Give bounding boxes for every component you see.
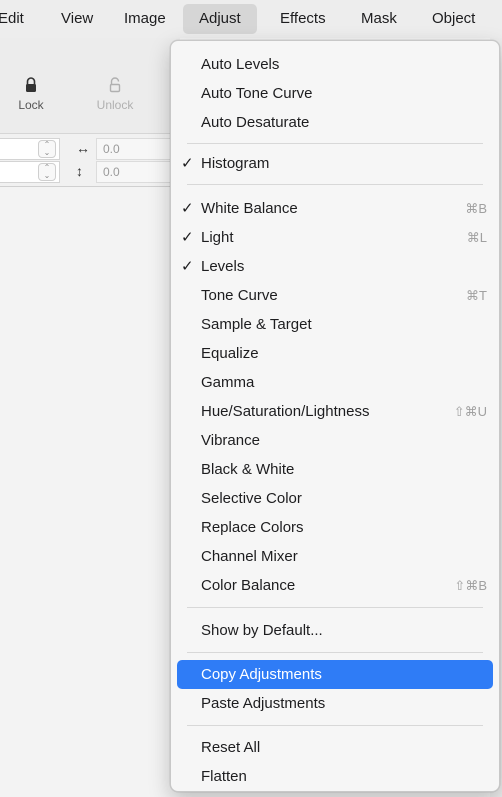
menu-bar: Edit View Image Adjust Effects Mask Obje…	[0, 0, 502, 38]
menu-item-label: Reset All	[201, 739, 261, 756]
menu-item-hue-saturation-lightness[interactable]: Hue/Saturation/Lightness ⇧⌘U	[177, 397, 493, 426]
menu-item-label: White Balance	[201, 200, 298, 217]
unlock-button[interactable]: Unlock	[90, 76, 140, 112]
menu-item-label: Auto Tone Curve	[201, 85, 313, 102]
menu-item-white-balance[interactable]: ✓ White Balance ⌘B	[177, 194, 493, 223]
menu-item-label: Sample & Target	[201, 316, 312, 333]
menu-item-label: Light	[201, 229, 234, 246]
lock-icon	[16, 76, 46, 98]
menu-item-shortcut: ⌘L	[466, 230, 487, 245]
toolbar: Lock Unlock	[0, 38, 180, 133]
menu-adjust[interactable]: Adjust	[183, 4, 257, 34]
menu-item-label: Show by Default...	[201, 622, 323, 639]
height-row: ⌃ ⌄ ↕ 0.0	[0, 161, 180, 183]
menu-item-label: Auto Levels	[201, 56, 280, 73]
menu-item-reset-all[interactable]: Reset All	[177, 733, 493, 762]
menu-item-paste-adjustments[interactable]: Paste Adjustments	[177, 689, 493, 718]
width-row: ⌃ ⌄ ↔ 0.0	[0, 138, 180, 160]
menu-item-shortcut: ⌘B	[465, 201, 487, 216]
menu-item-flatten[interactable]: Flatten	[177, 762, 493, 791]
menu-item-histogram[interactable]: ✓ Histogram	[177, 149, 493, 178]
menu-item-label: Gamma	[201, 374, 255, 391]
menu-item-levels[interactable]: ✓ Levels	[177, 252, 493, 281]
menu-separator	[187, 143, 483, 144]
menu-item-label: Paste Adjustments	[201, 695, 326, 712]
menu-item-shortcut: ⌘T	[466, 288, 487, 303]
unlock-icon	[90, 76, 140, 98]
menu-item-sample-target[interactable]: Sample & Target	[177, 310, 493, 339]
checkmark-icon: ✓	[181, 258, 194, 275]
menu-separator	[187, 725, 483, 726]
canvas-area	[0, 187, 180, 797]
menu-item-label: Black & White	[201, 461, 295, 478]
checkmark-icon: ✓	[181, 155, 194, 172]
menu-item-selective-color[interactable]: Selective Color	[177, 484, 493, 513]
width-field[interactable]: 0.0	[96, 138, 180, 160]
menu-item-auto-levels[interactable]: Auto Levels	[177, 50, 493, 79]
menu-item-label: Color Balance	[201, 577, 296, 594]
menu-item-label: Replace Colors	[201, 519, 304, 536]
menu-item-label: Levels	[201, 258, 245, 275]
height-field[interactable]: 0.0	[96, 161, 180, 183]
menu-image[interactable]: Image	[124, 0, 166, 38]
menu-view[interactable]: View	[61, 0, 93, 38]
menu-item-label: Selective Color	[201, 490, 302, 507]
y-stepper[interactable]: ⌃ ⌄	[38, 163, 56, 181]
menu-item-tone-curve[interactable]: Tone Curve ⌘T	[177, 281, 493, 310]
menu-item-shortcut: ⇧⌘B	[454, 578, 487, 593]
menu-item-label: Channel Mixer	[201, 548, 298, 565]
menu-item-show-by-default[interactable]: Show by Default...	[177, 616, 493, 645]
menu-item-label: Auto Desaturate	[201, 114, 310, 131]
menu-item-color-balance[interactable]: Color Balance ⇧⌘B	[177, 571, 493, 600]
menu-item-label: Tone Curve	[201, 287, 278, 304]
checkmark-icon: ✓	[181, 200, 194, 217]
menu-effects[interactable]: Effects	[280, 0, 326, 38]
menu-item-vibrance[interactable]: Vibrance	[177, 426, 493, 455]
menu-item-label: Histogram	[201, 155, 270, 172]
lock-button[interactable]: Lock	[16, 76, 46, 112]
menu-separator	[187, 652, 483, 653]
menu-item-auto-desaturate[interactable]: Auto Desaturate	[177, 108, 493, 137]
transform-fields: ⌃ ⌄ ↔ 0.0 ⌃ ⌄ ↕ 0.0	[0, 133, 180, 187]
menu-item-gamma[interactable]: Gamma	[177, 368, 493, 397]
menu-item-label: Vibrance	[201, 432, 260, 449]
menu-item-light[interactable]: ✓ Light ⌘L	[177, 223, 493, 252]
menu-item-channel-mixer[interactable]: Channel Mixer	[177, 542, 493, 571]
menu-item-equalize[interactable]: Equalize	[177, 339, 493, 368]
menu-item-shortcut: ⇧⌘U	[453, 404, 487, 419]
menu-item-label: Flatten	[201, 768, 247, 785]
menu-item-copy-adjustments[interactable]: Copy Adjustments	[177, 660, 493, 689]
menu-item-auto-tone-curve[interactable]: Auto Tone Curve	[177, 79, 493, 108]
menu-item-label: Hue/Saturation/Lightness	[201, 403, 370, 420]
adjust-menu: Auto Levels Auto Tone Curve Auto Desatur…	[170, 40, 500, 792]
menu-item-label: Copy Adjustments	[201, 666, 322, 683]
menu-object[interactable]: Object	[432, 0, 475, 38]
checkmark-icon: ✓	[181, 229, 194, 246]
horizontal-arrow-icon: ↔	[76, 140, 90, 156]
menu-separator	[187, 607, 483, 608]
menu-item-label: Equalize	[201, 345, 259, 362]
menu-item-black-white[interactable]: Black & White	[177, 455, 493, 484]
lock-label: Lock	[18, 98, 44, 112]
menu-separator	[187, 184, 483, 185]
unlock-label: Unlock	[96, 98, 134, 112]
x-stepper[interactable]: ⌃ ⌄	[38, 140, 56, 158]
menu-item-replace-colors[interactable]: Replace Colors	[177, 513, 493, 542]
menu-mask[interactable]: Mask	[361, 0, 397, 38]
menu-edit[interactable]: Edit	[0, 0, 24, 38]
vertical-arrow-icon: ↕	[76, 163, 83, 179]
